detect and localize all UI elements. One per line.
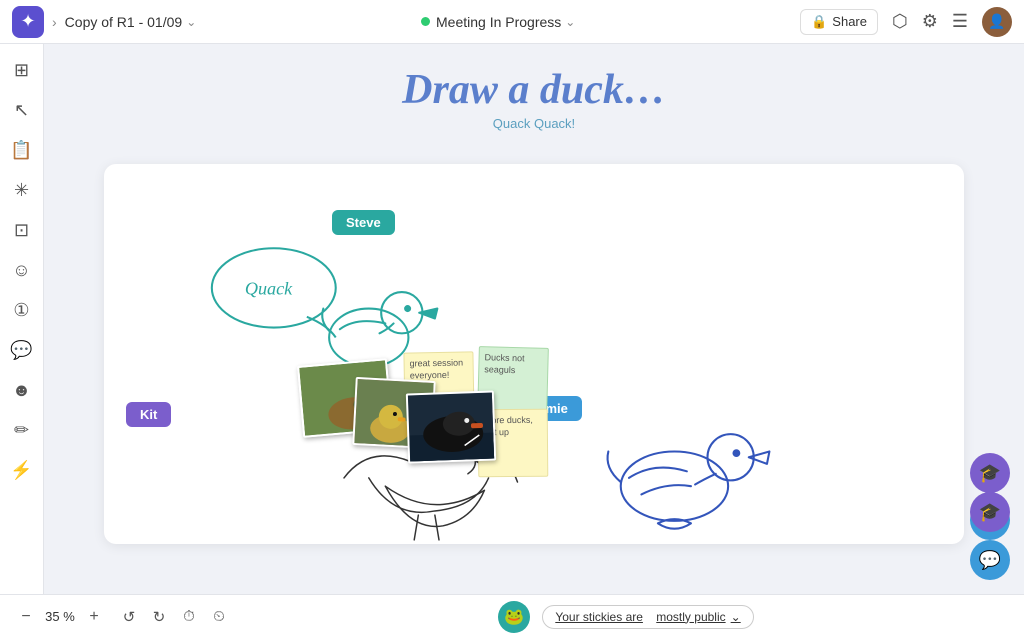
bottombar: − 35 % + ↺ ↻ ⏱ ⏲ 🐸 Your stickies are mos… [0, 594, 1024, 638]
left-sidebar: ⊞ ↖ 📋 ✳ ⊡ ☺ ① 💬 ☻ ✏ ⚡ [0, 44, 44, 594]
meeting-status-dot [421, 17, 430, 26]
svg-text:Quack: Quack [245, 279, 293, 299]
lightning-icon: ⚡ [10, 460, 32, 481]
chat-bubble-button[interactable]: 💬 [970, 540, 1010, 580]
emoji-icon: ☺ [12, 260, 30, 281]
frames-icon: ⊞ [14, 60, 29, 81]
settings-button[interactable]: ⚙ [922, 11, 938, 32]
template-icon: ⊡ [14, 220, 29, 241]
meeting-status-label[interactable]: Meeting In Progress ⌄ [436, 14, 575, 30]
canvas-area[interactable]: Draw a duck… Quack Quack! Steve Kit Jami… [44, 44, 1024, 594]
participant-label-kit: Kit [126, 402, 171, 427]
nav-chevron[interactable]: › [52, 14, 57, 30]
sidebar-item-cursor[interactable]: ↖ [4, 92, 40, 128]
sidebar-item-effects[interactable]: ✳ [4, 172, 40, 208]
zoom-minus-button[interactable]: − [14, 605, 38, 629]
whiteboard[interactable]: Steve Kit Jamie Quack [104, 164, 964, 544]
sticky-avatar-icon: 🐸 [498, 601, 530, 633]
bottom-center: 🐸 Your stickies are mostly public ⌄ [242, 601, 1010, 633]
chat-icon: 💬 [10, 340, 32, 361]
topbar-center: Meeting In Progress ⌄ [204, 14, 792, 30]
sticky-text-1: great session everyone! [410, 358, 464, 381]
sidebar-item-lightning[interactable]: ⚡ [4, 452, 40, 488]
zoom-plus-button[interactable]: + [82, 605, 106, 629]
notes-icon: 📋 [10, 140, 32, 161]
timer-icon: ① [13, 300, 29, 321]
sidebar-item-frames[interactable]: ⊞ [4, 52, 40, 88]
public-visibility-badge[interactable]: Your stickies are mostly public ⌄ [542, 605, 753, 629]
template-button[interactable]: ⬡ [892, 11, 908, 32]
title-chevron-icon: ⌄ [186, 15, 196, 29]
effects-icon: ✳ [14, 180, 29, 201]
pen-icon: ✏ [14, 420, 29, 441]
canvas-subtitle: Quack Quack! [402, 116, 666, 131]
undo-button[interactable]: ↺ [116, 604, 142, 630]
share-button[interactable]: 🔒 Share [800, 9, 878, 35]
cursor-icon: ↖ [14, 100, 29, 121]
sidebar-item-pen[interactable]: ✏ [4, 412, 40, 448]
sidebar-item-emoji[interactable]: ☺ [4, 252, 40, 288]
topbar-actions: 🔒 Share ⬡ ⚙ ☰ 👤 [800, 7, 1012, 37]
app-logo[interactable]: ✦ [12, 6, 44, 38]
participant-label-steve: Steve [332, 210, 395, 235]
sidebar-item-chat[interactable]: 💬 [4, 332, 40, 368]
timer1-button[interactable]: ⏱ [176, 604, 202, 630]
sidebar-item-timer[interactable]: ① [4, 292, 40, 328]
canvas-title: Draw a duck… Quack Quack! [402, 66, 666, 131]
badge-chevron-icon: ⌄ [731, 610, 741, 624]
main-layout: ⊞ ↖ 📋 ✳ ⊡ ☺ ① 💬 ☻ ✏ ⚡ Draw a duck… Quack… [0, 44, 1024, 594]
redo-button[interactable]: ↻ [146, 604, 172, 630]
canvas-main-title: Draw a duck… [402, 66, 666, 114]
floating-action-buttons: 🎓 💬 [970, 492, 1010, 580]
menu-button[interactable]: ☰ [952, 11, 968, 32]
grad-hat-button[interactable]: 🎓 [970, 492, 1010, 532]
zoom-value: 35 % [44, 609, 76, 624]
zoom-controls: − 35 % + [14, 605, 106, 629]
sticky-text-2: Ducks not seaguls [484, 352, 525, 374]
timer2-button[interactable]: ⏲ [206, 604, 232, 630]
user-avatar[interactable]: 👤 [982, 7, 1012, 37]
mostly-public-text: mostly public [656, 610, 725, 624]
share-icon: 🔒 [811, 14, 827, 30]
logo-icon: ✦ [20, 11, 35, 32]
topbar: ✦ › Copy of R1 - 01/09 ⌄ Meeting In Prog… [0, 0, 1024, 44]
face-icon: ☻ [12, 380, 31, 401]
document-title[interactable]: Copy of R1 - 01/09 ⌄ [65, 14, 197, 30]
undo-redo-controls: ↺ ↻ ⏱ ⏲ [116, 604, 232, 630]
sidebar-item-template[interactable]: ⊡ [4, 212, 40, 248]
sidebar-item-face[interactable]: ☻ [4, 372, 40, 408]
hat-button[interactable]: 🎓 [970, 453, 1010, 493]
meeting-chevron-icon: ⌄ [565, 15, 575, 29]
sidebar-item-notes[interactable]: 📋 [4, 132, 40, 168]
duck-photo-3 [406, 390, 496, 463]
sticky-label-text: Your stickies are [555, 610, 643, 624]
